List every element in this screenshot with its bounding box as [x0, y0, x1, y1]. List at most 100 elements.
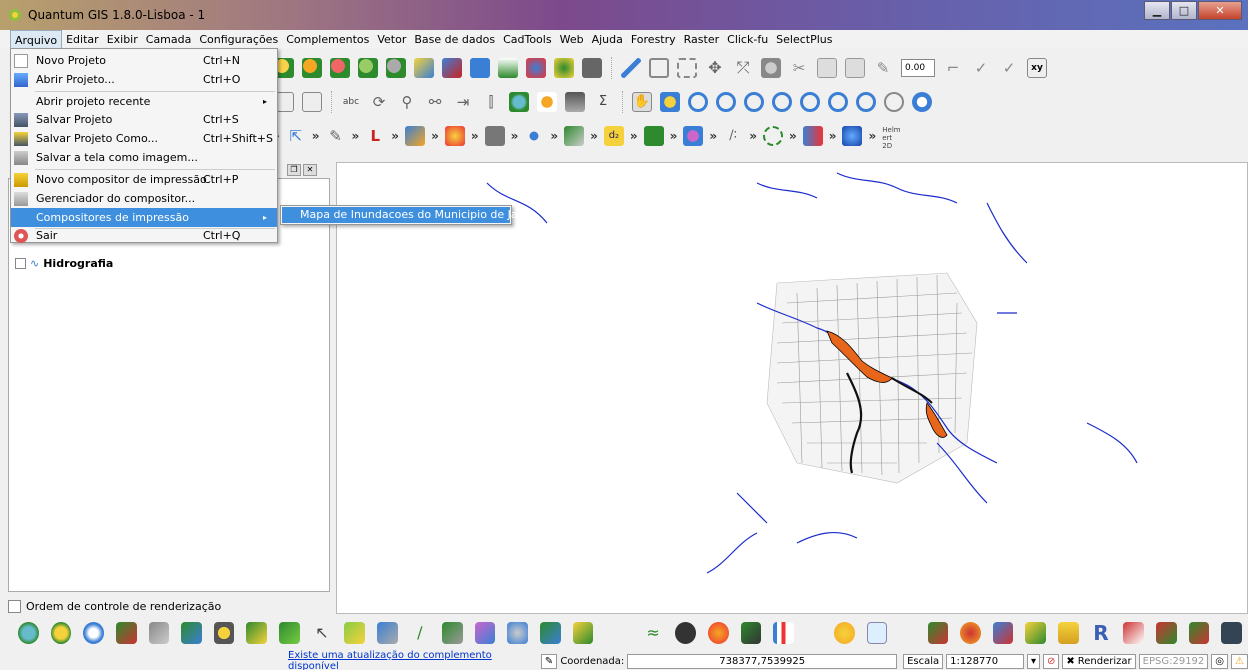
add-wms-layer-icon[interactable]: [386, 58, 406, 78]
chart-icon[interactable]: [474, 622, 496, 644]
crs-field[interactable]: EPSG:29192: [1138, 653, 1209, 669]
scale-spinbox[interactable]: 0.00: [901, 59, 935, 77]
toolbar-expand-icon[interactable]: »: [511, 129, 519, 143]
raster-calc-icon[interactable]: [484, 126, 505, 146]
menu-forestry[interactable]: Forestry: [627, 30, 680, 49]
new-spatialite-icon[interactable]: [498, 58, 518, 78]
menu-item-salvar-como[interactable]: Salvar Projeto Como... Ctrl+Shift+S: [11, 129, 277, 148]
menu-web[interactable]: Web: [556, 30, 588, 49]
spray-icon[interactable]: [1188, 622, 1210, 644]
toolbar-expand-icon[interactable]: »: [352, 129, 360, 143]
processing-icon[interactable]: [643, 126, 664, 146]
rss-icon[interactable]: [708, 622, 729, 644]
menu-click-fu[interactable]: Click-fu: [723, 30, 772, 49]
add-delimited-text-icon[interactable]: [526, 58, 546, 78]
paste-features-icon[interactable]: [845, 58, 865, 78]
zoom-in-icon[interactable]: [688, 92, 708, 112]
menu-item-compositores[interactable]: Compositores de impressão ▸: [11, 208, 277, 227]
add-feature-icon[interactable]: [677, 58, 697, 78]
table-icon[interactable]: [442, 622, 463, 644]
zoom-out-icon[interactable]: [716, 92, 736, 112]
warning-icon[interactable]: ⚠: [1231, 653, 1248, 669]
map-drawing[interactable]: [337, 163, 1248, 614]
db-manager-icon[interactable]: [540, 622, 561, 644]
measure-icon[interactable]: ✎: [326, 126, 346, 146]
plugin-update-link[interactable]: Existe uma atualização do complemento di…: [288, 650, 538, 670]
helmert-icon[interactable]: Helm ert 2D: [882, 126, 902, 150]
menu-editar[interactable]: Editar: [62, 30, 103, 49]
add-raster-layer-icon[interactable]: [302, 58, 322, 78]
folder-icon[interactable]: [1058, 622, 1079, 644]
pin-label-icon[interactable]: ⚲: [397, 92, 417, 112]
grass-icon[interactable]: [279, 622, 300, 644]
menu-exibir[interactable]: Exibir: [103, 30, 142, 49]
menu-camada[interactable]: Camada: [142, 30, 196, 49]
add-attribute-icon[interactable]: [802, 126, 823, 146]
add-ring-icon[interactable]: ✓: [971, 58, 991, 78]
scale-lock-icon[interactable]: ⊘: [1043, 653, 1060, 669]
binoculars-icon[interactable]: [675, 622, 697, 644]
r-icon[interactable]: R: [1091, 622, 1112, 644]
cut-features-icon[interactable]: ✂: [789, 58, 809, 78]
save-edits-icon[interactable]: [649, 58, 669, 78]
rotate-label-icon[interactable]: ⟳: [369, 92, 389, 112]
select-feature-icon[interactable]: ⇱: [286, 126, 306, 146]
toolbar-expand-icon[interactable]: »: [312, 129, 320, 143]
render-order-checkbox[interactable]: [8, 600, 21, 613]
annotation-icon[interactable]: [537, 92, 557, 112]
render-order-row[interactable]: Ordem de controle de renderização: [8, 600, 221, 613]
menu-item-abrir-projeto[interactable]: Abrir Projeto... Ctrl+O: [11, 70, 277, 89]
heatmap-icon[interactable]: [444, 126, 465, 146]
field-calc-icon[interactable]: ∕∶: [723, 126, 743, 146]
d2s-icon[interactable]: d₂: [603, 126, 624, 146]
composer-icon[interactable]: [376, 622, 398, 644]
coordinate-toggle-icon[interactable]: ✎: [540, 653, 558, 669]
toolbar-expand-icon[interactable]: »: [789, 129, 797, 143]
coordinate-field[interactable]: 738377,7539925: [627, 653, 898, 669]
pencil-icon[interactable]: ∕: [410, 622, 431, 644]
pan-hand-icon[interactable]: ✋: [632, 92, 652, 112]
gps-icon[interactable]: [834, 622, 855, 644]
spreadsheet-icon[interactable]: [866, 622, 888, 644]
layer-item[interactable]: ∿ Hidrografia: [15, 257, 113, 270]
vector-tools-icon[interactable]: [762, 126, 783, 146]
render-toggle[interactable]: ✖ Renderizar: [1062, 653, 1136, 669]
close-button[interactable]: ✕: [1198, 1, 1242, 20]
scale-combo[interactable]: 1:128770: [946, 653, 1024, 669]
float-panel-button[interactable]: ❐: [287, 164, 301, 176]
feature-icon[interactable]: [344, 622, 365, 644]
plugin-icon[interactable]: [572, 622, 594, 644]
road-icon[interactable]: [740, 622, 762, 644]
zoom-to-selection-icon[interactable]: [772, 92, 792, 112]
menu-complementos[interactable]: Complementos: [282, 30, 373, 49]
show-hide-label-icon[interactable]: ⚯: [425, 92, 445, 112]
paint-icon[interactable]: [992, 622, 1014, 644]
crs-icon[interactable]: ◎: [1211, 653, 1229, 669]
scale-dropdown-icon[interactable]: ▾: [1026, 653, 1040, 669]
openlayers-icon[interactable]: [842, 126, 863, 146]
python-icon[interactable]: [115, 622, 137, 644]
menu-raster[interactable]: Raster: [680, 30, 723, 49]
layer-grid-icon[interactable]: [302, 92, 322, 112]
toolbar-expand-icon[interactable]: »: [630, 129, 638, 143]
edit-pencil-icon[interactable]: [621, 58, 641, 78]
node-tool-icon[interactable]: ⤱: [733, 58, 753, 78]
web-icon[interactable]: [83, 622, 104, 644]
copy-features-icon[interactable]: [817, 58, 837, 78]
add-part-icon[interactable]: ✓: [999, 58, 1019, 78]
move-label-icon[interactable]: ⇥: [453, 92, 473, 112]
menu-ajuda[interactable]: Ajuda: [588, 30, 627, 49]
python-console-icon[interactable]: [148, 622, 170, 644]
menu-item-salvar-imagem[interactable]: Salvar a tela como imagem...: [11, 148, 277, 167]
topology-checker-icon[interactable]: [564, 126, 585, 146]
toolbar-expand-icon[interactable]: »: [471, 129, 479, 143]
database-icon[interactable]: [405, 126, 426, 146]
maximize-button[interactable]: □: [1171, 1, 1197, 20]
globe-icon[interactable]: [509, 92, 529, 112]
menu-item-sair[interactable]: Sair Ctrl+Q: [11, 226, 277, 245]
river-tool-icon[interactable]: ≈: [643, 622, 664, 644]
toolbar-expand-icon[interactable]: »: [670, 129, 678, 143]
digitize-icon[interactable]: ✎: [873, 58, 893, 78]
label-tool-icon[interactable]: abc: [341, 92, 361, 112]
xy-tool-icon[interactable]: xy: [1027, 58, 1047, 78]
